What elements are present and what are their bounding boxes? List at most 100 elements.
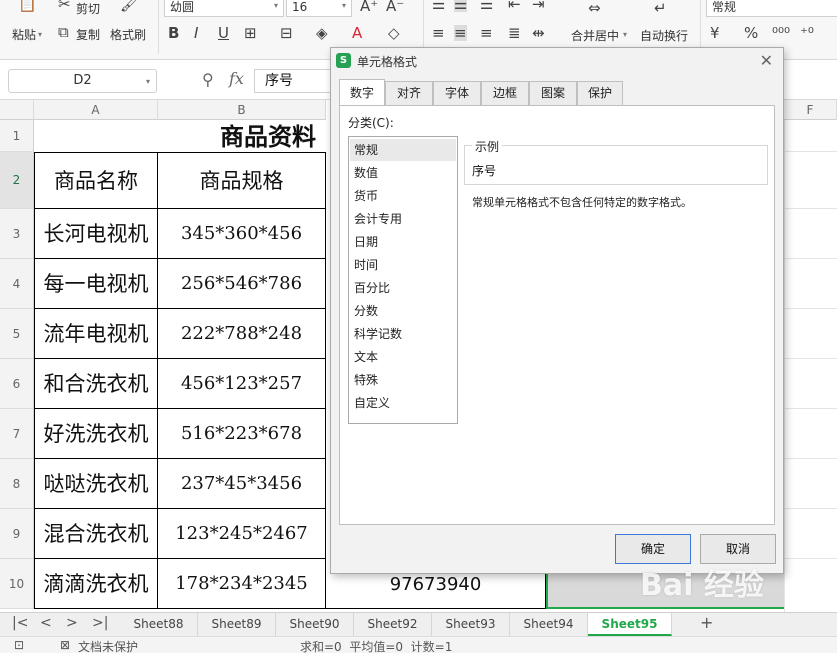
- wrap-text-icon[interactable]: ↵: [654, 0, 667, 16]
- currency-icon[interactable]: ¥: [710, 25, 720, 41]
- category-item-percentage[interactable]: 百分比: [350, 277, 456, 299]
- protect-icon[interactable]: ⊡: [14, 638, 24, 652]
- first-sheet-icon[interactable]: |<: [12, 615, 28, 631]
- spec-cell[interactable]: 256*546*786: [158, 259, 326, 309]
- align-top-icon[interactable]: ☰: [432, 0, 445, 12]
- paste-chevron-icon[interactable]: ▾: [38, 30, 42, 39]
- name-box[interactable]: D2: [8, 69, 157, 93]
- category-item-accounting[interactable]: 会计专用: [350, 208, 456, 230]
- spec-cell[interactable]: 345*360*456: [158, 209, 326, 259]
- sheet-tab[interactable]: Sheet94: [510, 613, 588, 636]
- name-cell[interactable]: 每一电视机: [34, 259, 158, 309]
- indent-increase-icon[interactable]: ⇥: [532, 0, 545, 12]
- spec-cell[interactable]: 516*223*678: [158, 409, 326, 459]
- row-header-10[interactable]: 10: [0, 559, 34, 609]
- column-header-a[interactable]: A: [34, 100, 158, 120]
- italic-icon[interactable]: I: [194, 25, 198, 41]
- paste-button[interactable]: 粘贴: [12, 26, 36, 43]
- fx-icon[interactable]: fx: [229, 69, 244, 88]
- row-header-7[interactable]: 7: [0, 409, 34, 459]
- category-item-fraction[interactable]: 分数: [350, 300, 456, 322]
- copy-button[interactable]: 复制: [76, 26, 100, 43]
- percent-icon[interactable]: %: [744, 25, 758, 41]
- row-header-4[interactable]: 4: [0, 259, 34, 309]
- spec-cell[interactable]: 237*45*3456: [158, 459, 326, 509]
- font-name-chevron-icon[interactable]: ▾: [274, 1, 278, 10]
- increase-font-icon[interactable]: A⁺: [360, 0, 378, 14]
- header-cell-spec[interactable]: 商品规格: [158, 152, 326, 209]
- column-header-b[interactable]: B: [158, 100, 326, 120]
- category-item-time[interactable]: 时间: [350, 254, 456, 276]
- spec-cell[interactable]: 123*245*2467: [158, 509, 326, 559]
- bold-icon[interactable]: B: [168, 25, 179, 41]
- category-item-special[interactable]: 特殊: [350, 369, 456, 391]
- align-bottom-icon[interactable]: ☰: [480, 0, 493, 12]
- sheet-tab[interactable]: Sheet89: [198, 613, 276, 636]
- merge-center-button[interactable]: 合并居中: [571, 27, 619, 44]
- category-item-scientific[interactable]: 科学记数: [350, 323, 456, 345]
- category-list[interactable]: 常规 数值 货币 会计专用 日期 时间 百分比 分数 科学记数 文本 特殊 自定…: [348, 136, 458, 424]
- name-cell[interactable]: 好洗洗衣机: [34, 409, 158, 459]
- spec-cell[interactable]: 456*123*257: [158, 359, 326, 409]
- cell-style-icon[interactable]: ⊟: [280, 25, 293, 41]
- add-sheet-icon[interactable]: +: [700, 613, 713, 632]
- clear-icon[interactable]: ◇: [388, 25, 400, 41]
- underline-icon[interactable]: U: [218, 25, 229, 41]
- merge-center-icon[interactable]: ⇔: [588, 0, 601, 16]
- category-item-text[interactable]: 文本: [350, 346, 456, 368]
- align-center-icon[interactable]: ≡: [454, 25, 467, 41]
- row-header-5[interactable]: 5: [0, 309, 34, 359]
- font-color-icon[interactable]: A: [352, 25, 362, 41]
- decimal-increase-icon[interactable]: ⁺⁰: [800, 25, 814, 41]
- align-middle-icon[interactable]: ☰: [454, 0, 468, 12]
- sheet-tab[interactable]: Sheet92: [354, 613, 432, 636]
- fill-color-icon[interactable]: ◈: [316, 25, 328, 41]
- tab-alignment[interactable]: 对齐: [385, 81, 433, 105]
- align-left-icon[interactable]: ≡: [432, 25, 445, 41]
- zoom-search-icon[interactable]: ⚲: [202, 70, 214, 89]
- merge-chevron-icon[interactable]: ▾: [623, 30, 627, 39]
- tab-pattern[interactable]: 图案: [529, 81, 577, 105]
- tab-border[interactable]: 边框: [481, 81, 529, 105]
- row-header-6[interactable]: 6: [0, 359, 34, 409]
- last-sheet-icon[interactable]: >|: [92, 615, 108, 631]
- wrap-text-button[interactable]: 自动换行: [640, 27, 688, 44]
- next-sheet-icon[interactable]: >: [66, 615, 78, 631]
- header-cell-name[interactable]: 商品名称: [34, 152, 158, 209]
- category-item-number[interactable]: 数值: [350, 162, 456, 184]
- number-format-select[interactable]: 常规: [706, 0, 837, 17]
- sheet-title[interactable]: 商品资料: [34, 120, 334, 152]
- tab-protection[interactable]: 保护: [577, 81, 623, 105]
- decrease-font-icon[interactable]: A⁻: [386, 0, 404, 14]
- name-cell[interactable]: 流年电视机: [34, 309, 158, 359]
- sheet-tab[interactable]: Sheet90: [276, 613, 354, 636]
- indent-decrease-icon[interactable]: ⇤: [508, 0, 521, 12]
- format-painter-icon[interactable]: 🖌: [120, 0, 139, 12]
- category-item-currency[interactable]: 货币: [350, 185, 456, 207]
- row-header-3[interactable]: 3: [0, 209, 34, 259]
- document-protect-icon[interactable]: ⊠: [60, 638, 70, 652]
- dialog-titlebar[interactable]: S 单元格格式 ✕: [331, 48, 783, 74]
- copy-icon[interactable]: ⧉: [58, 24, 69, 40]
- format-painter-button[interactable]: 格式刷: [110, 26, 146, 43]
- distribute-icon[interactable]: ⇹: [532, 25, 545, 41]
- cut-button[interactable]: 剪切: [76, 0, 100, 17]
- spec-cell[interactable]: 222*788*248: [158, 309, 326, 359]
- close-icon[interactable]: ✕: [760, 51, 773, 70]
- tab-number[interactable]: 数字: [339, 79, 385, 105]
- row-header-1[interactable]: 1: [0, 120, 34, 152]
- sheet-tab[interactable]: Sheet93: [432, 613, 510, 636]
- row-header-9[interactable]: 9: [0, 509, 34, 559]
- category-item-general[interactable]: 常规: [350, 139, 456, 161]
- name-box-chevron-icon[interactable]: ▾: [146, 77, 150, 86]
- spec-cell[interactable]: 178*234*2345: [158, 559, 326, 609]
- column-header-f[interactable]: F: [784, 100, 837, 120]
- sheet-tab[interactable]: Sheet88: [120, 613, 198, 636]
- justify-icon[interactable]: ≣: [508, 25, 521, 41]
- name-cell[interactable]: 哒哒洗衣机: [34, 459, 158, 509]
- tab-font[interactable]: 字体: [433, 81, 481, 105]
- name-cell[interactable]: 和合洗衣机: [34, 359, 158, 409]
- row-header-8[interactable]: 8: [0, 459, 34, 509]
- category-item-custom[interactable]: 自定义: [350, 392, 456, 414]
- protect-status[interactable]: 文档未保护: [78, 638, 138, 653]
